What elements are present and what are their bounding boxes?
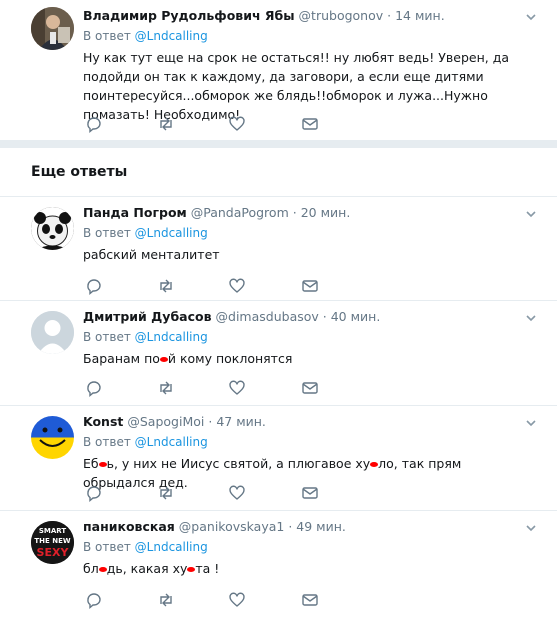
separator-dot: · — [288, 519, 293, 534]
text-part: та ! — [195, 561, 220, 576]
author-name[interactable]: Панда Погром — [83, 205, 187, 220]
like-heart-icon[interactable] — [228, 484, 246, 502]
reply-to-link[interactable]: @Lndcalling — [135, 226, 208, 240]
retweet-icon[interactable] — [157, 484, 175, 502]
separator-dot: · — [208, 414, 213, 429]
reply-prefix: В ответ — [83, 435, 131, 449]
avatar[interactable] — [31, 311, 74, 354]
tweet-2[interactable]: Панда Погром @PandaPogrom · 20 мин. В от… — [0, 197, 557, 300]
reply-context: В ответ @Lndcalling — [83, 538, 527, 556]
tweet-4[interactable]: Konst @SapogiMoi · 47 мин. В ответ @Lndc… — [0, 406, 557, 510]
like-heart-icon[interactable] — [228, 379, 246, 397]
author-handle[interactable]: @PandaPogrom — [191, 205, 289, 220]
chevron-down-icon[interactable] — [525, 312, 537, 324]
author-name[interactable]: паниковская — [83, 519, 175, 534]
censor-mark — [370, 462, 379, 467]
direct-message-icon[interactable] — [301, 591, 319, 609]
more-replies-heading: Еще ответы — [31, 164, 128, 180]
text-part: Еб — [83, 456, 99, 471]
like-heart-icon[interactable] — [228, 115, 246, 133]
photo-avatar-icon — [31, 7, 74, 50]
author-name[interactable]: Konst — [83, 414, 123, 429]
direct-message-icon[interactable] — [301, 277, 319, 295]
chevron-down-icon[interactable] — [525, 11, 537, 23]
text-part: й кому поклонятся — [167, 351, 293, 366]
avatar[interactable]: SMART THE NEW SEXY — [31, 521, 74, 564]
censor-mark — [98, 462, 107, 467]
avatar[interactable] — [31, 7, 74, 50]
timestamp[interactable]: 14 мин. — [395, 8, 445, 23]
separator-dot: · — [322, 309, 327, 324]
retweet-icon[interactable] — [157, 591, 175, 609]
tweet-text: Ну как тут еще на срок не остаться!! ну … — [83, 50, 509, 122]
author-handle[interactable]: @panikovskaya1 — [179, 519, 285, 534]
separator-dot: · — [387, 8, 392, 23]
chevron-down-icon[interactable] — [525, 208, 537, 220]
like-heart-icon[interactable] — [228, 277, 246, 295]
panda-avatar-icon — [31, 207, 74, 250]
reply-to-link[interactable]: @Lndcalling — [135, 330, 208, 344]
svg-text:SMART: SMART — [39, 527, 67, 535]
author-handle[interactable]: @SapogiMoi — [127, 414, 204, 429]
avatar[interactable] — [31, 416, 74, 459]
svg-text:THE NEW: THE NEW — [34, 537, 70, 545]
ukraine-smiley-icon — [31, 416, 74, 459]
text-part: ь, у них не Иисус святой, а плюгавое ху — [106, 456, 371, 471]
reply-prefix: В ответ — [83, 226, 131, 240]
retweet-icon[interactable] — [157, 379, 175, 397]
text-part: Баранам по — [83, 351, 160, 366]
reply-to-link[interactable]: @Lndcalling — [135, 435, 208, 449]
timestamp[interactable]: 47 мин. — [216, 414, 266, 429]
tweet-1[interactable]: Владимир Рудольфович Ябы @trubogonov · 1… — [0, 0, 557, 140]
reply-icon[interactable] — [85, 115, 103, 133]
reply-context: В ответ @Lndcalling — [83, 27, 527, 45]
tweet-text: Баранам по й кому поклонятся — [83, 349, 527, 368]
tweet-text: бл дь, какая ху та ! — [83, 559, 527, 578]
reply-context: В ответ @Lndcalling — [83, 433, 527, 451]
avatar[interactable] — [31, 207, 74, 250]
timestamp[interactable]: 49 мин. — [296, 519, 346, 534]
censor-mark — [159, 357, 168, 362]
direct-message-icon[interactable] — [301, 484, 319, 502]
reply-prefix: В ответ — [83, 29, 131, 43]
author-name[interactable]: Дмитрий Дубасов — [83, 309, 212, 324]
retweet-icon[interactable] — [157, 115, 175, 133]
direct-message-icon[interactable] — [301, 115, 319, 133]
svg-text:SEXY: SEXY — [37, 546, 70, 559]
direct-message-icon[interactable] — [301, 379, 319, 397]
smart-sexy-avatar-icon: SMART THE NEW SEXY — [31, 521, 74, 564]
reply-icon[interactable] — [85, 379, 103, 397]
reply-icon[interactable] — [85, 484, 103, 502]
reply-prefix: В ответ — [83, 330, 131, 344]
reply-to-link[interactable]: @Lndcalling — [135, 29, 208, 43]
tweet-3[interactable]: Дмитрий Дубасов @dimasdubasov · 40 мин. … — [0, 301, 557, 405]
default-profile-icon — [31, 311, 74, 354]
author-name[interactable]: Владимир Рудольфович Ябы — [83, 8, 295, 23]
reply-context: В ответ @Lndcalling — [83, 328, 527, 346]
retweet-icon[interactable] — [157, 277, 175, 295]
author-handle[interactable]: @trubogonov — [299, 8, 384, 23]
tweet-text: рабский менталитет — [83, 247, 220, 262]
timestamp[interactable]: 40 мин. — [331, 309, 381, 324]
like-heart-icon[interactable] — [228, 591, 246, 609]
author-handle[interactable]: @dimasdubasov — [216, 309, 319, 324]
chevron-down-icon[interactable] — [525, 417, 537, 429]
censor-mark — [98, 567, 107, 572]
reply-prefix: В ответ — [83, 540, 131, 554]
section-gap — [0, 140, 557, 148]
chevron-down-icon[interactable] — [525, 522, 537, 534]
text-part: дь, какая ху — [106, 561, 188, 576]
reply-icon[interactable] — [85, 277, 103, 295]
timestamp[interactable]: 20 мин. — [301, 205, 351, 220]
separator-dot: · — [292, 205, 297, 220]
reply-icon[interactable] — [85, 591, 103, 609]
reply-to-link[interactable]: @Lndcalling — [135, 540, 208, 554]
reply-context: В ответ @Lndcalling — [83, 224, 527, 242]
text-part: бл — [83, 561, 99, 576]
tweet-5[interactable]: SMART THE NEW SEXY паниковская @panikovs… — [0, 511, 557, 618]
